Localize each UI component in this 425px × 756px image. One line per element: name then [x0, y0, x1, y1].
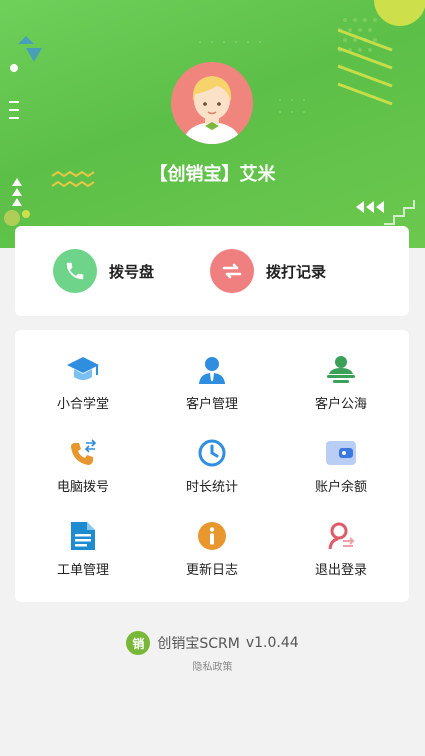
menu-label: 退出登录 — [314, 563, 367, 578]
app-footer: 销 创销宝SCRM v1.0.44 — [0, 631, 425, 655]
profile-name: 【创销宝】艾米 — [149, 164, 276, 185]
menu-item-school[interactable]: 小合学堂 — [23, 352, 143, 422]
user-avatar-icon — [183, 76, 241, 144]
menu-item-logout[interactable]: 退出登录 — [281, 518, 401, 588]
menu-item-work-orders[interactable]: 工单管理 — [23, 518, 143, 588]
dialpad-label: 拨号盘 — [109, 262, 155, 281]
menu-label: 客户管理 — [185, 397, 238, 412]
menu-label: 电脑拨号 — [56, 480, 109, 495]
dialpad-button[interactable]: 拨号盘 — [53, 248, 154, 294]
call-history-button[interactable]: 拨打记录 — [210, 248, 326, 294]
person-icon — [152, 352, 272, 388]
swap-arrows-icon — [210, 249, 254, 293]
avatar[interactable] — [171, 62, 253, 144]
menu-label: 账户余额 — [314, 480, 367, 495]
menu-item-customer-management[interactable]: 客户管理 — [152, 352, 272, 422]
menu-label: 小合学堂 — [56, 397, 109, 412]
wallet-icon — [281, 435, 401, 471]
info-icon — [152, 518, 272, 554]
menu-grid-card: 小合学堂 客户管理 客户公海 电脑拨号 时长统计 账户余额 工单管理 更新日志 … — [15, 330, 409, 602]
menu-item-duration-stats[interactable]: 时长统计 — [152, 435, 272, 505]
menu-item-pc-dial[interactable]: 电脑拨号 — [23, 435, 143, 505]
menu-label: 更新日志 — [185, 563, 238, 578]
menu-label: 客户公海 — [314, 397, 367, 412]
document-icon — [23, 518, 143, 554]
call-history-label: 拨打记录 — [266, 262, 327, 281]
privacy-policy-link[interactable]: 隐私政策 — [0, 658, 425, 673]
app-logo: 销 — [126, 631, 151, 655]
clock-icon — [152, 435, 272, 471]
graduation-cap-icon — [23, 352, 143, 388]
menu-item-changelog[interactable]: 更新日志 — [152, 518, 272, 588]
app-version: v1.0.44 — [245, 635, 299, 651]
phone-transfer-icon — [23, 435, 143, 471]
phone-icon — [53, 249, 97, 293]
logout-icon — [281, 518, 401, 554]
app-name: 创销宝SCRM — [157, 636, 240, 652]
profile-header: 【创销宝】艾米 — [0, 0, 425, 248]
menu-label: 时长统计 — [185, 480, 238, 495]
menu-label: 工单管理 — [56, 563, 109, 578]
menu-item-customer-pool[interactable]: 客户公海 — [281, 352, 401, 422]
person-pool-icon — [281, 352, 401, 388]
quick-actions-card: 拨号盘 拨打记录 — [15, 226, 409, 316]
menu-item-account-balance[interactable]: 账户余额 — [281, 435, 401, 505]
